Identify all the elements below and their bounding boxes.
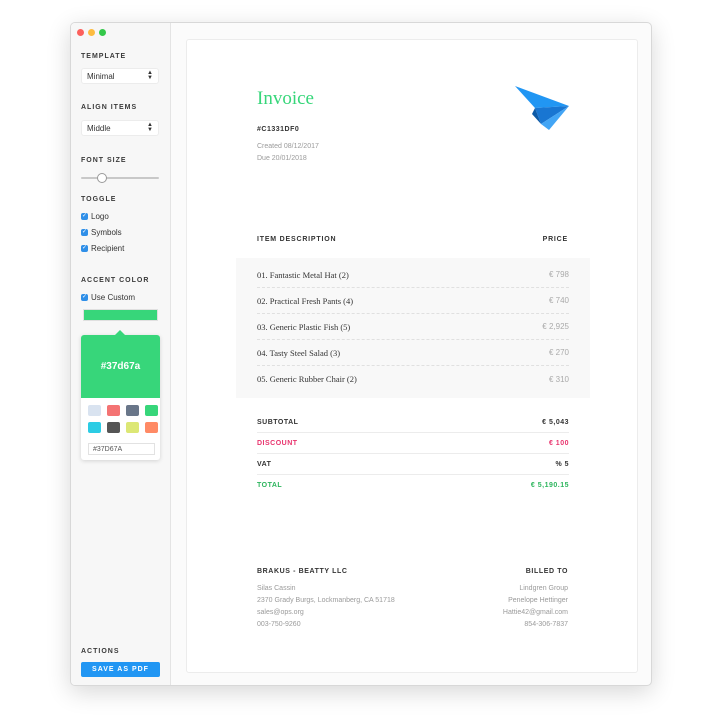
item-name: 04. Tasty Steel Salad (3) [257,347,341,358]
template-select-value: Minimal [87,72,115,81]
app-window: TEMPLATE Minimal ▲ ▼ ALIGN ITEMS Middle ▲… [70,22,652,686]
font-size-slider[interactable] [81,173,159,183]
checkmark-icon: ✓ [81,212,88,220]
hex-color-input[interactable]: #37D67A [88,443,155,455]
color-picker-popover: #37d67a #37D67A [81,330,160,460]
color-swatch[interactable] [145,405,158,416]
color-swatch[interactable] [107,405,120,416]
popover-arrow [115,330,125,335]
save-as-pdf-button[interactable]: SAVE AS PDF [81,662,160,677]
paper-plane-logo-icon [515,86,569,130]
template-select[interactable]: Minimal ▲ ▼ [81,68,159,84]
sender-address: 2370 Grady Burgs, Lockmanberg, CA 51718 [257,597,395,604]
checkmark-icon: ✓ [81,228,88,236]
subtotal-value: € 5,043 [542,418,569,426]
item-price: € 2,925 [542,322,569,331]
toggle-logo-checkbox[interactable]: ✓ Logo [81,211,109,221]
align-items-select-value: Middle [87,124,111,133]
color-swatch[interactable] [107,422,120,433]
window-controls [77,29,106,36]
sender-phone: 003-750-9260 [257,621,301,628]
color-preview: #37d67a [81,335,160,398]
billed-to-label: BILLED TO [525,568,568,575]
use-custom-checkbox[interactable]: ✓ Use Custom [81,292,135,302]
color-swatch[interactable] [126,422,139,433]
total-label: TOTAL [257,482,283,489]
color-swatch[interactable] [126,405,139,416]
toggle-label: TOGGLE [81,196,117,203]
table-row: 05. Generic Rubber Chair (2) € 310 [257,366,569,392]
discount-row: DISCOUNT € 100 [257,433,569,454]
table-row: 02. Practical Fresh Pants (4) € 740 [257,288,569,314]
toggle-logo-label: Logo [91,211,109,221]
sender-contact: Silas Cassin [257,585,296,592]
select-arrows-icon: ▲ ▼ [147,70,153,81]
due-date: Due 20/01/2018 [257,155,307,162]
use-custom-label: Use Custom [91,292,136,302]
discount-value: € 100 [548,439,569,447]
vat-label: VAT [257,460,272,468]
color-swatch[interactable] [88,422,101,433]
price-header: PRICE [542,236,568,243]
accent-color-label: ACCENT COLOR [81,277,150,284]
billed-email: Hattie42@gmail.com [502,609,568,616]
toggle-recipient-checkbox[interactable]: ✓ Recipient [81,243,124,253]
item-name: 01. Fantastic Metal Hat (2) [257,269,349,280]
vat-row: VAT % 5 [257,454,569,475]
invoice-document: Invoice #C1331DF0 Created 08/12/2017 Due… [186,39,638,673]
actions-label: ACTIONS [81,648,120,655]
discount-label: DISCOUNT [257,439,298,447]
close-window-button[interactable] [77,29,84,36]
settings-sidebar: TEMPLATE Minimal ▲ ▼ ALIGN ITEMS Middle ▲… [71,23,171,685]
item-price: € 310 [548,374,569,384]
item-price: € 270 [548,348,569,357]
template-label: TEMPLATE [81,53,127,60]
color-swatch-grid [88,405,158,433]
subtotal-row: SUBTOTAL € 5,043 [257,412,569,433]
item-name: 02. Practical Fresh Pants (4) [257,295,354,306]
line-items-table: 01. Fantastic Metal Hat (2) € 798 02. Pr… [236,258,590,398]
accent-color-swatch[interactable] [83,309,158,321]
table-row: 01. Fantastic Metal Hat (2) € 798 [257,262,569,288]
item-name: 05. Generic Rubber Chair (2) [257,374,357,384]
zoom-window-button[interactable] [99,29,106,36]
toggle-recipient-label: Recipient [91,243,125,253]
table-row: 03. Generic Plastic Fish (5) € 2,925 [257,314,569,340]
checkmark-icon: ✓ [81,244,88,252]
slider-thumb[interactable] [97,173,107,183]
item-price: € 740 [548,296,569,305]
subtotal-label: SUBTOTAL [257,418,299,426]
checkmark-icon: ✓ [81,293,88,301]
color-swatch[interactable] [88,405,101,416]
item-description-header: ITEM DESCRIPTION [257,236,337,243]
color-swatch[interactable] [145,422,158,433]
toggle-symbols-checkbox[interactable]: ✓ Symbols [81,227,122,237]
item-name: 03. Generic Plastic Fish (5) [257,321,351,332]
sender-company-name: BRAKUS - BEATTY LLC [257,568,348,575]
billed-company: Lindgren Group [519,585,568,592]
sender-email: sales@ops.org [257,609,304,616]
align-items-select[interactable]: Middle ▲ ▼ [81,120,159,136]
vat-value: % 5 [555,460,569,468]
toggle-symbols-label: Symbols [91,227,122,237]
billed-contact: Penelope Hettinger [508,597,568,604]
select-arrows-icon: ▲ ▼ [147,122,153,133]
table-row: 04. Tasty Steel Salad (3) € 270 [257,340,569,366]
billed-phone: 854-306-7837 [524,621,568,628]
item-price: € 798 [548,270,569,279]
font-size-label: FONT SIZE [81,157,127,164]
total-value: € 5,190.15 [530,482,569,489]
align-items-label: ALIGN ITEMS [81,104,138,111]
minimize-window-button[interactable] [88,29,95,36]
slider-track [81,177,159,179]
invoice-id: #C1331DF0 [257,126,300,133]
total-row: TOTAL € 5,190.15 [257,475,569,496]
created-date: Created 08/12/2017 [257,143,319,150]
invoice-title: Invoice [257,88,314,109]
